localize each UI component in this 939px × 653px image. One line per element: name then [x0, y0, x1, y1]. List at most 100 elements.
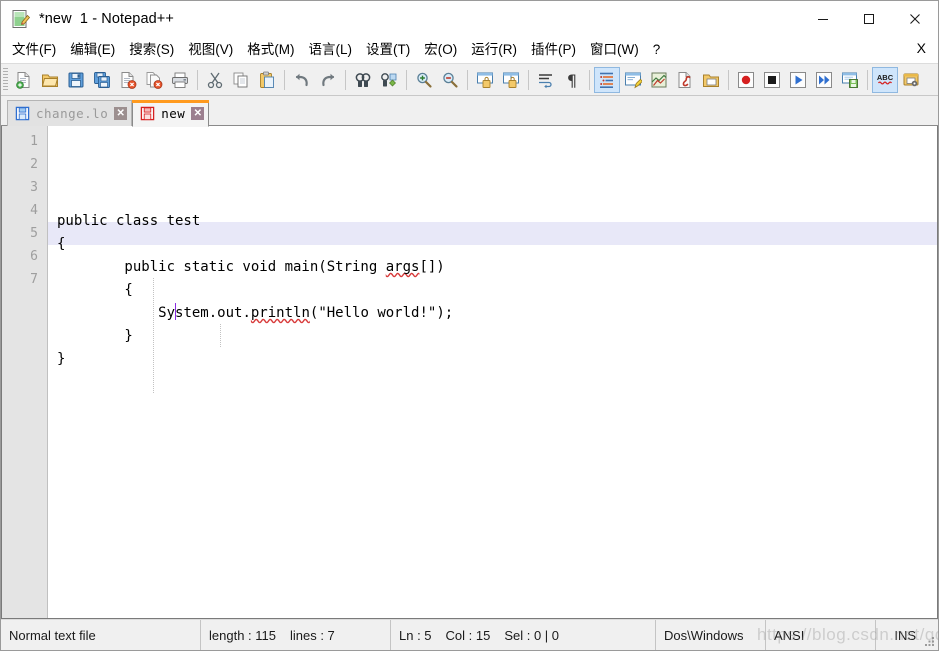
status-encoding-label: ANSI [774, 627, 805, 643]
sync-horizontal-icon[interactable] [498, 67, 524, 93]
document-map-icon[interactable] [646, 67, 672, 93]
find-icon[interactable] [350, 67, 376, 93]
line-number: 1 [30, 134, 38, 149]
menu-bar: 文件(F) 编辑(E) 搜索(S) 视图(V) 格式(M) 语言(L) 设置(T) 宏(O) 运… [1, 37, 938, 63]
minimize-icon[interactable] [800, 1, 846, 37]
menu-settings[interactable]: 设置(T) [359, 39, 417, 61]
toolbar-separator [528, 69, 529, 90]
stop-macro-icon[interactable] [759, 67, 785, 93]
code-line[interactable]: } [48, 348, 937, 371]
sync-vertical-icon[interactable] [472, 67, 498, 93]
menu-view[interactable]: 视图(V) [181, 39, 240, 61]
undo-icon[interactable] [289, 67, 315, 93]
close-all-files-icon[interactable] [141, 67, 167, 93]
status-encoding: ANSI [766, 620, 876, 650]
code-line-text: } [57, 351, 66, 367]
menu-run[interactable]: 运行(R) [464, 39, 524, 61]
code-line-text: { [57, 236, 66, 252]
save-icon[interactable] [63, 67, 89, 93]
spellcheck-word: args [385, 259, 420, 275]
status-file-type-label: Normal text file [9, 627, 96, 643]
open-file-icon[interactable] [37, 67, 63, 93]
line-number: 5 [30, 226, 38, 241]
status-lines-label: lines : 7 [289, 627, 335, 643]
tab-label: new [161, 105, 186, 121]
code-line[interactable]: { [48, 279, 937, 302]
code-line[interactable]: { [48, 233, 937, 256]
redo-icon[interactable] [315, 67, 341, 93]
line-number: 3 [30, 180, 38, 195]
record-macro-icon[interactable] [733, 67, 759, 93]
close-document-button[interactable]: X [913, 40, 930, 56]
code-line[interactable]: } [48, 325, 937, 348]
print-icon[interactable] [167, 67, 193, 93]
window-controls [800, 1, 938, 37]
run-macro-multiple-icon[interactable] [811, 67, 837, 93]
status-eol-label: Dos\Windows [664, 627, 744, 643]
spell-check-icon[interactable]: ABC [872, 66, 898, 93]
notepadpp-window: *new 1 - Notepad++ 文件(F) 编辑(E) 搜索(S) 视图(V) 格… [0, 0, 939, 651]
status-length-lines: length : 115 lines : 7 [201, 620, 391, 650]
function-list-icon[interactable] [672, 67, 698, 93]
toolbar-separator [728, 69, 729, 90]
save-all-icon[interactable] [89, 67, 115, 93]
folder-workspace-icon[interactable] [698, 67, 724, 93]
status-bar: Normal text file length : 115 lines : 7 … [1, 619, 938, 650]
status-sel-label: Sel : 0 | 0 [504, 627, 560, 643]
toolbar: ¶ ABC [1, 63, 938, 96]
menu-edit[interactable]: 编辑(E) [63, 39, 122, 61]
code-line[interactable]: public class test [48, 210, 937, 233]
play-macro-icon[interactable] [785, 67, 811, 93]
tab-bar: change.lo ✕ new ✕ [1, 96, 938, 127]
menu-format[interactable]: 格式(M) [240, 39, 301, 61]
paste-icon[interactable] [254, 67, 280, 93]
menu-search[interactable]: 搜索(S) [122, 39, 181, 61]
toolbar-separator [867, 69, 868, 90]
tab-change-log[interactable]: change.lo ✕ [7, 100, 133, 126]
indent-guide-1 [153, 278, 154, 393]
zoom-out-icon[interactable] [437, 67, 463, 93]
code-text-area[interactable]: public class test { public static void ma… [48, 126, 937, 618]
indent-guide-2 [220, 324, 221, 347]
status-ln-label: Ln : 5 [399, 627, 432, 643]
svg-text:ABC: ABC [877, 73, 894, 82]
toolbar-separator [406, 69, 407, 90]
cut-icon[interactable] [202, 67, 228, 93]
tab-new[interactable]: new ✕ [132, 100, 210, 127]
menu-window[interactable]: 窗口(W) [583, 39, 646, 61]
resize-grip[interactable] [924, 636, 936, 648]
menu-language[interactable]: 语言(L) [302, 39, 360, 61]
line-number: 6 [30, 249, 38, 264]
status-insert-mode-label: INS [894, 627, 916, 643]
close-file-icon[interactable] [115, 67, 141, 93]
status-length-label: length : 115 [209, 627, 276, 643]
word-wrap-icon[interactable] [533, 67, 559, 93]
text-caret [174, 303, 176, 320]
indent-guide-icon[interactable] [594, 66, 620, 93]
close-icon[interactable] [892, 1, 938, 37]
status-caret-position: Ln : 5 Col : 15 Sel : 0 | 0 [391, 620, 656, 650]
editor-area[interactable]: 1 2 3 4 5 6 7 public class test { public static… [1, 126, 938, 619]
toolbar-separator [345, 69, 346, 90]
run-icon[interactable] [898, 67, 924, 93]
zoom-in-icon[interactable] [411, 67, 437, 93]
copy-icon[interactable] [228, 67, 254, 93]
menu-help[interactable]: ? [646, 39, 668, 61]
menu-macro[interactable]: 宏(O) [417, 39, 464, 61]
toolbar-grip[interactable] [3, 67, 8, 92]
show-all-chars-icon[interactable]: ¶ [559, 67, 585, 93]
menu-plugins[interactable]: 插件(P) [524, 39, 583, 61]
menu-file[interactable]: 文件(F) [5, 39, 63, 61]
user-defined-dialog-icon[interactable] [620, 67, 646, 93]
code-line[interactable]: System.out.println("Hello world!"); [48, 302, 937, 325]
toolbar-separator [589, 69, 590, 90]
new-file-icon[interactable] [11, 67, 37, 93]
line-number-gutter: 1 2 3 4 5 6 7 [2, 126, 48, 618]
tab-close-button[interactable]: ✕ [191, 106, 205, 120]
save-macro-icon[interactable] [837, 67, 863, 93]
maximize-icon[interactable] [846, 1, 892, 37]
replace-icon[interactable] [376, 67, 402, 93]
code-line[interactable]: public static void main(String args[]) [48, 256, 937, 279]
tab-close-button[interactable]: ✕ [114, 107, 128, 120]
line-number: 7 [30, 272, 38, 287]
